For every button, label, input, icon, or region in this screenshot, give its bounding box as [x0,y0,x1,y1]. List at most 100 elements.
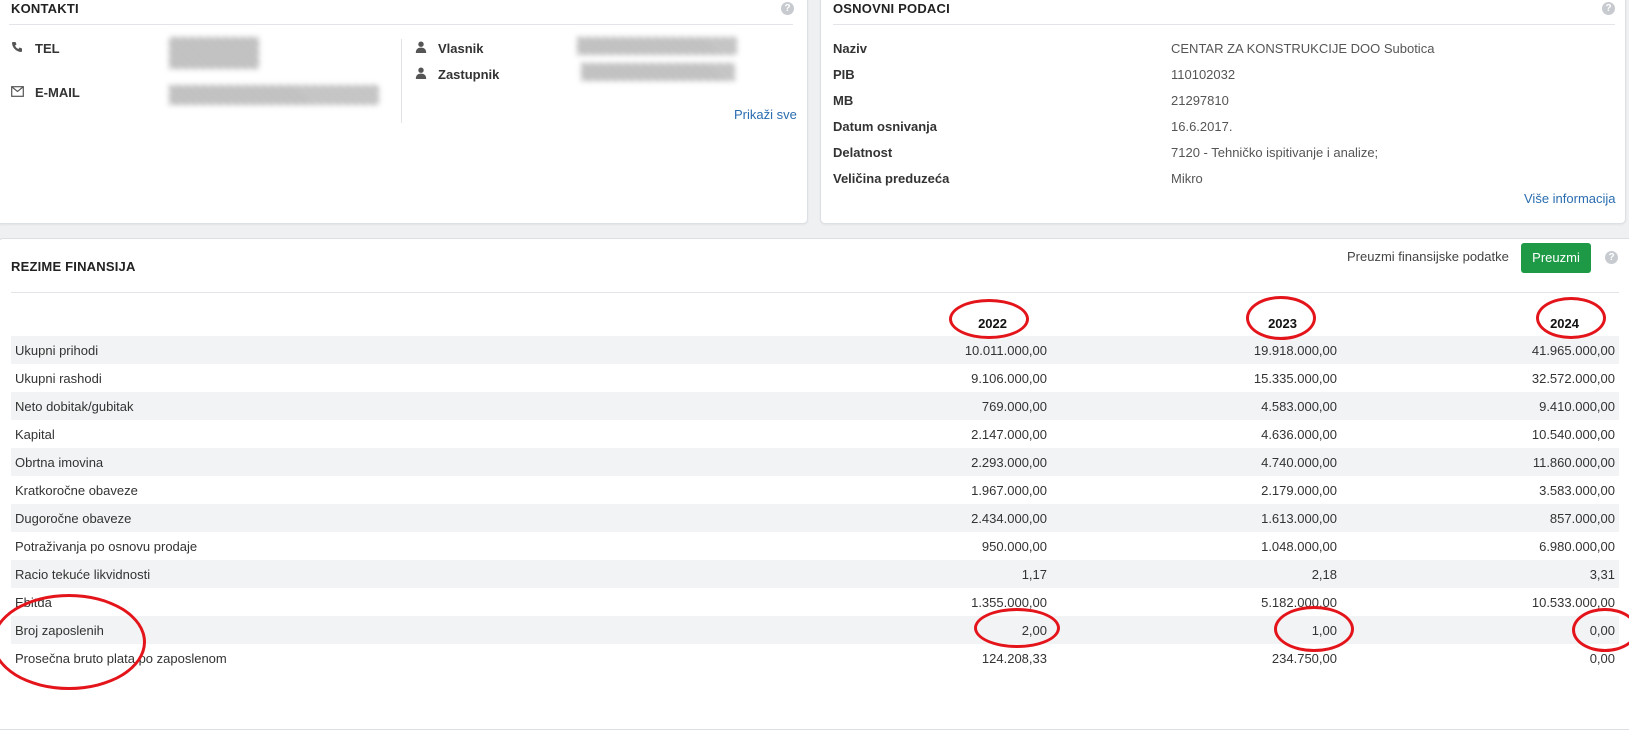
info-value-company-size: Mikro [1171,171,1203,186]
envelope-icon [11,85,24,100]
contacts-panel: KONTAKTI ? TEL E-MAIL Vlasnik Zastupnik … [0,0,808,224]
cell-2024: 41.965.000,00 [1341,336,1619,364]
table-row: Racio tekuće likvidnosti 1,17 2,18 3,31 [11,560,1619,588]
cell-2024: 11.860.000,00 [1341,448,1619,476]
cell-2024: 6.980.000,00 [1539,538,1615,554]
cell-2023: 1.613.000,00 [1051,504,1341,532]
row-label: Kratkoročne obaveze [15,482,138,498]
table-row: Prosečna bruto plata po zaposlenom 124.2… [11,644,1619,672]
cell-2024: 10.540.000,00 [1531,426,1615,442]
header-empty [11,301,531,336]
help-icon[interactable]: ? [1605,251,1618,264]
cell-2022: 1,17 [531,560,1051,588]
table-row: Potraživanja po osnovu prodaje 950.000,0… [11,532,1619,560]
table-row: Neto dobitak/gubitak 769.000,00 4.583.00… [11,392,1619,420]
cell-2023: 2.179.000,00 [1261,482,1337,498]
year-header-2023: 2023 [1268,316,1297,331]
cell-2023: 1,00 [1051,616,1341,644]
cell-2022: 9.106.000,00 [971,370,1047,386]
cell-2022: 1.355.000,00 [971,594,1047,610]
divider [9,24,793,25]
cell-2022: 2.293.000,00 [531,448,1051,476]
cell-2022: 950.000,00 [981,538,1047,554]
row-label: Potraživanja po osnovu prodaje [15,538,198,554]
basic-data-title: OSNOVNI PODACI [833,1,950,16]
table-header-row: 2022 2023 2024 [11,301,1619,336]
cell-2024: 3.583.000,00 [1539,482,1615,498]
row-label: Ukupni prihodi [11,336,531,364]
cell-2022: 1.967.000,00 [971,482,1047,498]
table-row: Obrtna imovina 2.293.000,00 4.740.000,00… [11,448,1619,476]
info-value-pib: 110102032 [1171,67,1236,82]
info-value-activity: 7120 - Tehničko ispitivanje i analize; [1171,145,1379,160]
row-label: Neto dobitak/gubitak [11,392,531,420]
email-value-redacted[interactable] [169,85,379,105]
divider [11,292,1619,293]
info-label-activity: Delatnost [833,145,893,160]
cell-2023: 5.182.000,00 [1261,594,1337,610]
info-label-pib: PIB [833,67,855,82]
tel-value-redacted [169,37,259,69]
column-separator [401,39,402,123]
row-label: Obrtna imovina [11,448,531,476]
show-all-link[interactable]: Prikaži sve [734,107,797,122]
cell-2022: 124.208,33 [981,650,1047,666]
more-info-link[interactable]: Više informacija [1524,191,1616,206]
cell-2023: 1.048.000,00 [1261,538,1337,554]
table-row: Broj zaposlenih 2,00 1,00 0,00 [11,616,1619,644]
row-label: Ukupni rashodi [15,370,102,386]
financial-table: 2022 2023 2024 Ukupni prihodi 10.011.000… [11,301,1619,672]
row-label: Racio tekuće likvidnosti [11,560,531,588]
row-label: Ebitda [15,594,52,610]
basic-data-panel: OSNOVNI PODACI ? Naziv CENTAR ZA KONSTRU… [820,0,1626,224]
cell-2022: 2.434.000,00 [531,504,1051,532]
row-label: Prosečna bruto plata po zaposlenom [15,650,227,666]
table-row: Ukupni prihodi 10.011.000,00 19.918.000,… [11,336,1619,364]
year-header-2022: 2022 [978,316,1007,331]
help-icon[interactable]: ? [781,2,794,15]
row-label: Kapital [15,426,55,442]
financial-summary-title: REZIME FINANSIJA [11,259,136,274]
cell-2024: 10.533.000,00 [1531,594,1615,610]
table-row: Ebitda 1.355.000,00 5.182.000,00 10.533.… [11,588,1619,616]
cell-2024: 9.410.000,00 [1341,392,1619,420]
cell-2023: 4.740.000,00 [1051,448,1341,476]
download-data-text: Preuzmi finansijske podatke [1347,249,1509,264]
owner-label: Vlasnik [438,41,484,56]
owner-value-redacted[interactable] [577,37,737,55]
user-icon [415,67,427,82]
email-label: E-MAIL [35,85,80,100]
download-button[interactable]: Preuzmi [1521,243,1591,273]
cell-2024: 3,31 [1341,560,1619,588]
table-row: Kapital 2.147.000,00 4.636.000,00 10.540… [11,420,1619,448]
cell-2024: 32.572.000,00 [1531,370,1615,386]
info-label-company-size: Veličina preduzeća [833,171,950,186]
representative-value-redacted[interactable] [581,63,735,81]
row-label: Dugoročne obaveze [11,504,531,532]
year-header-2024: 2024 [1550,316,1579,331]
tel-label: TEL [35,41,60,56]
info-label-name: Naziv [833,41,867,56]
cell-2023: 4.636.000,00 [1261,426,1337,442]
divider [833,24,1615,25]
user-icon [415,41,427,56]
cell-2023: 2,18 [1051,560,1341,588]
cell-2022: 2,00 [531,616,1051,644]
cell-2024: 0,00 [1341,616,1619,644]
cell-2022: 10.011.000,00 [531,336,1051,364]
cell-2023: 4.583.000,00 [1051,392,1341,420]
row-label: Broj zaposlenih [11,616,531,644]
table-row: Dugoročne obaveze 2.434.000,00 1.613.000… [11,504,1619,532]
info-value-founding-date: 16.6.2017. [1171,119,1233,134]
cell-2022: 769.000,00 [531,392,1051,420]
table-row: Kratkoročne obaveze 1.967.000,00 2.179.0… [11,476,1619,504]
help-icon[interactable]: ? [1602,2,1615,15]
info-value-mb: 21297810 [1171,93,1229,108]
representative-label: Zastupnik [438,67,500,82]
cell-2023: 234.750,00 [1271,650,1337,666]
table-row: Ukupni rashodi 9.106.000,00 15.335.000,0… [11,364,1619,392]
cell-2024: 0,00 [1589,650,1615,666]
cell-2023: 15.335.000,00 [1253,370,1337,386]
financial-summary-panel: REZIME FINANSIJA Preuzmi finansijske pod… [0,238,1629,730]
phone-icon [11,41,23,56]
